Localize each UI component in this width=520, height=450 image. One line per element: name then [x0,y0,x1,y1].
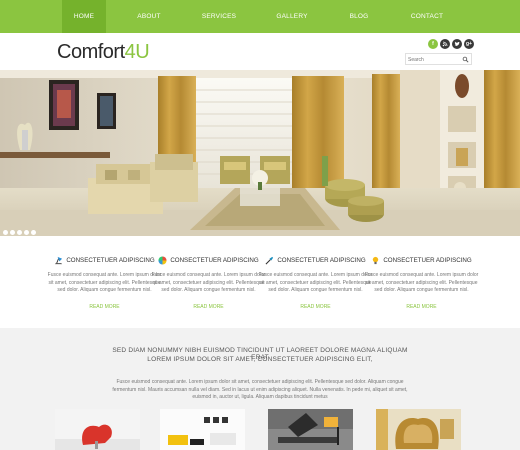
feature-text: Fusce euismod consequat ante. Lorem ipsu… [364,272,479,293]
slider-dot[interactable] [24,230,29,235]
facebook-icon[interactable]: f [428,39,438,49]
living-room-photo [0,70,520,236]
slider-dot[interactable] [10,230,15,235]
feature-text: Fusce euismod consequat ante. Lorem ipsu… [151,272,266,293]
feature-text: Fusce euismod consequat ante. Lorem ipsu… [47,272,162,293]
nav-home[interactable]: HOME [62,0,106,33]
hero-slider[interactable] [0,70,520,236]
google-plus-icon[interactable]: g+ [464,39,474,49]
gallery-thumb-lamp[interactable] [268,409,353,450]
search-input[interactable] [408,55,460,64]
lamp-icon [55,256,63,264]
read-more-link[interactable]: READ MORE [406,304,436,310]
slider-dots [3,222,38,240]
feature-title: CONSECTETUER ADIPISCING [170,256,259,264]
search-icon[interactable] [462,56,469,63]
gallery-thumb-living[interactable] [160,409,245,450]
read-more-link[interactable]: READ MORE [300,304,330,310]
read-more-link[interactable]: READ MORE [89,304,119,310]
feature-block: CONSECTETUER ADIPISCING Fusce euismod co… [258,253,373,313]
gallery-thumb-chair[interactable] [55,409,140,450]
feature-title: CONSECTETUER ADIPISCING [383,256,472,264]
nav-gallery[interactable]: GALLERY [269,0,315,33]
slider-dot[interactable] [3,230,8,235]
gallery-thumb-armchair[interactable] [376,409,461,450]
feature-text: Fusce euismod consequat ante. Lorem ipsu… [258,272,373,293]
rss-icon[interactable] [440,39,450,49]
site-logo[interactable]: Comfort4U [57,41,150,64]
nav-contact[interactable]: CONTACT [404,0,450,33]
logo-text: Comfort [57,41,125,63]
nav-about[interactable]: ABOUT [126,0,172,33]
nav-blog[interactable]: BLOG [336,0,382,33]
feature-title: CONSECTETUER ADIPISCING [277,256,366,264]
section-subheading: LOREM IPSUM DOLOR SIT AMET, CONSECTETUER… [147,356,373,363]
read-more-link[interactable]: READ MORE [193,304,223,310]
search-box [405,53,472,65]
slider-dot[interactable] [17,230,22,235]
logo-accent: 4U [124,41,150,63]
nav-services[interactable]: SERVICES [196,0,242,33]
bulb-icon [373,256,379,264]
feature-block: CONSECTETUER ADIPISCING Fusce euismod co… [151,253,266,313]
slider-dot[interactable] [31,230,36,235]
brush-icon [265,256,274,264]
feature-title: CONSECTETUER ADIPISCING [66,256,155,264]
feature-block: CONSECTETUER ADIPISCING Fusce euismod co… [47,253,162,313]
color-wheel-icon [158,255,167,265]
intro-section: SED DIAM NONUMMY NIBH EUISMOD TINCIDUNT … [0,328,520,450]
section-paragraph: Fusce euismod consequat ante. Lorem ipsu… [112,379,408,401]
feature-block: CONSECTETUER ADIPISCING Fusce euismod co… [364,253,479,313]
twitter-icon[interactable] [452,39,462,49]
top-navigation: HOME ABOUT SERVICES GALLERY BLOG CONTACT [0,0,520,33]
